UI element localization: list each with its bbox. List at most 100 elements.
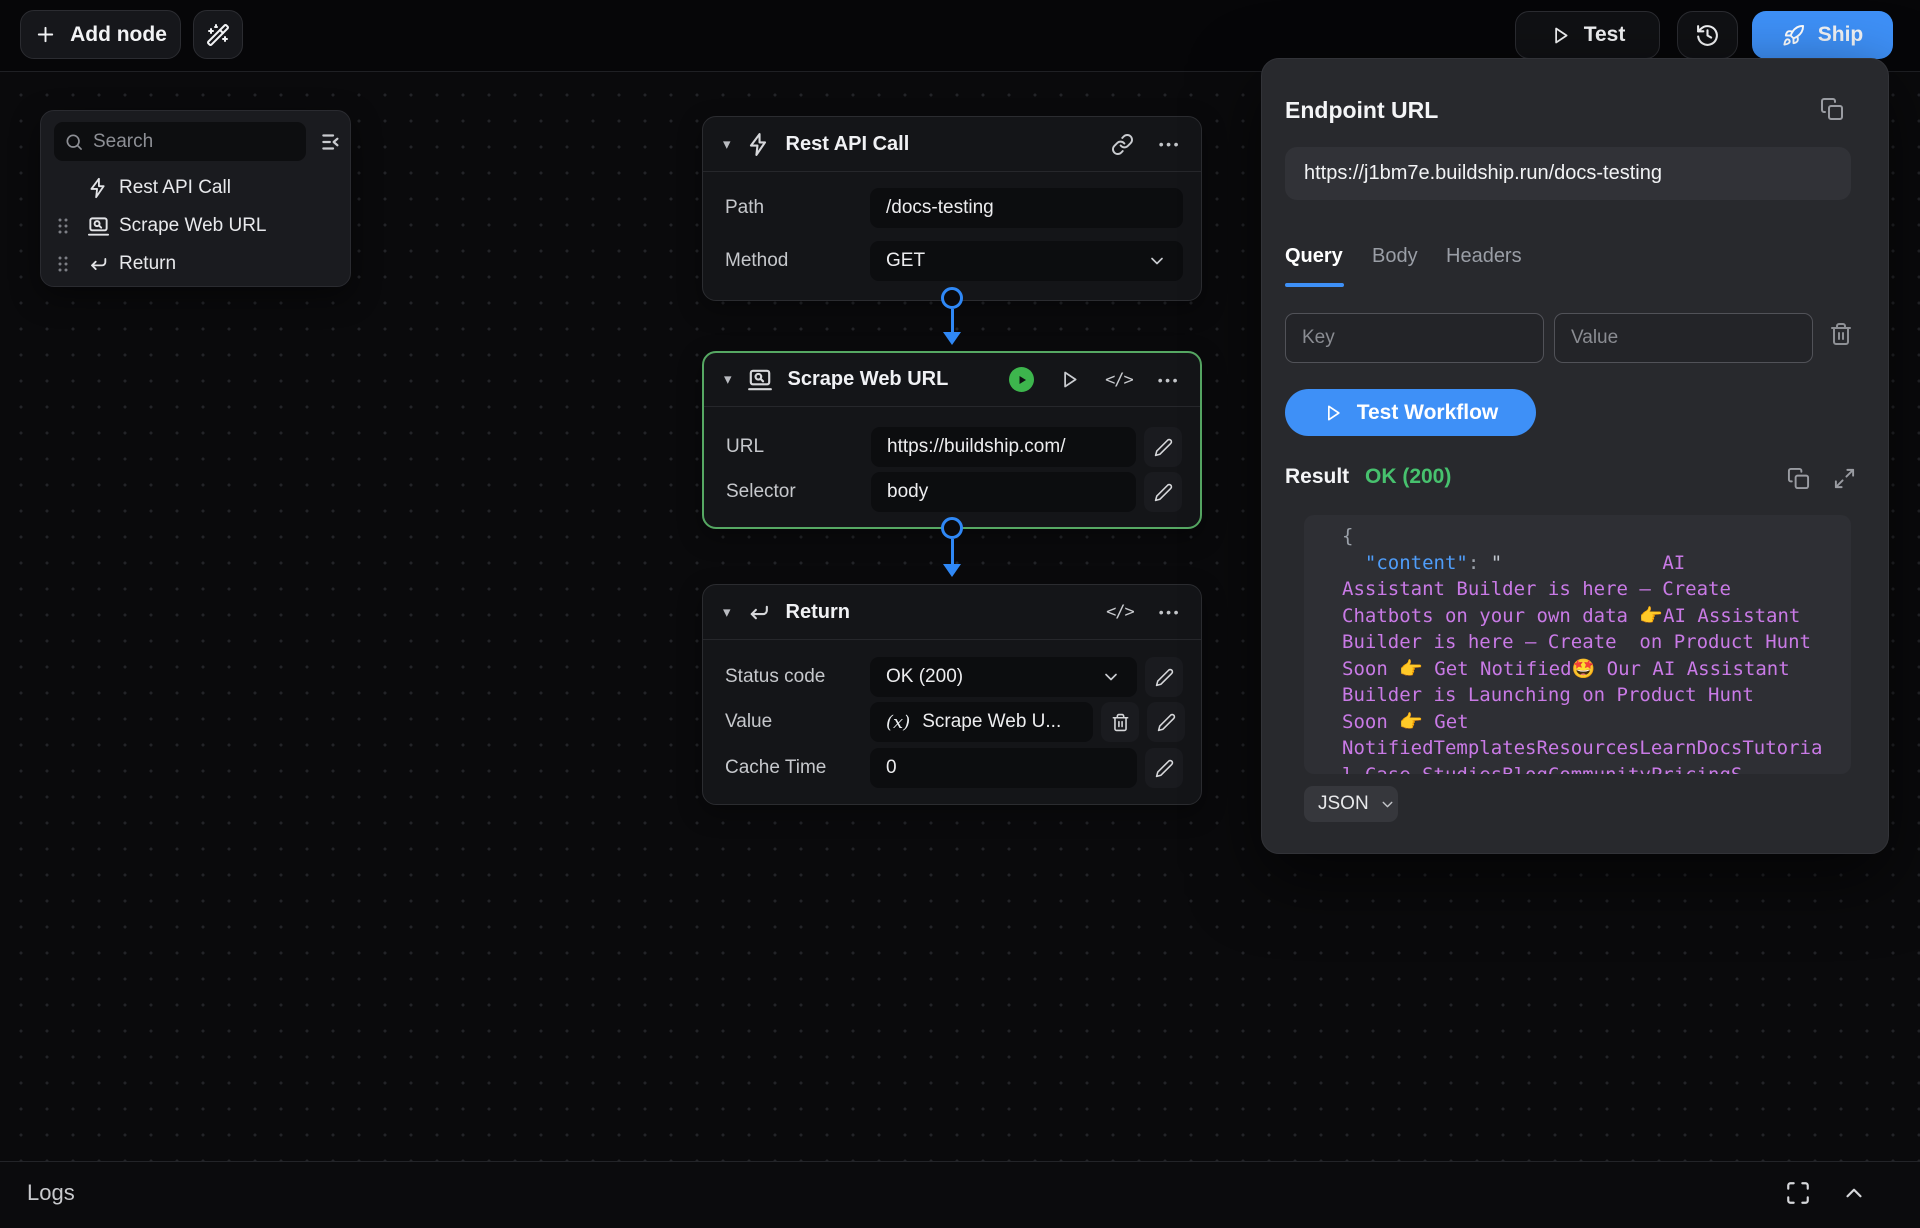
node-menu-button[interactable]: ••• [1159,136,1181,152]
palette-item-rest-api-call[interactable]: Rest API Call [41,169,352,207]
field-label: URL [726,436,765,457]
node-header: ▾ Return </> ••• [703,585,1201,640]
chevron-down-icon [1379,796,1396,813]
tab-body[interactable]: Body [1372,245,1418,268]
drag-handle-icon[interactable] [55,253,71,275]
selector-input[interactable]: body [871,472,1136,512]
node-scrape-web-url[interactable]: ▾ Scrape Web URL </> ••• URL https://bui… [702,351,1202,529]
test-button[interactable]: Test [1515,11,1660,59]
test-workflow-button[interactable]: Test Workflow [1285,389,1536,436]
path-input[interactable]: /docs-testing [870,188,1183,228]
node-menu-button[interactable]: ••• [1158,372,1180,388]
copy-icon [1787,467,1810,490]
plus-icon [37,26,54,43]
scrape-web-icon [747,367,773,393]
link-node-button[interactable] [1111,133,1134,156]
tab-headers[interactable]: Headers [1446,245,1522,268]
node-palette: Rest API Call Scrape Web URL Return [40,110,351,287]
search-icon [66,134,82,150]
expand-logs-button[interactable] [1841,1180,1867,1206]
add-node-button[interactable]: Add node [20,10,181,59]
output-port[interactable] [941,517,963,539]
status-code-select[interactable]: OK (200) [870,657,1137,697]
lightning-icon [87,177,109,199]
logs-fullscreen-button[interactable] [1785,1180,1811,1206]
field-label: Status code [725,666,826,687]
drag-handle-icon[interactable] [55,215,71,237]
node-body: Status code OK (200) Value (x) Scrape We… [703,640,1201,804]
magic-wand-icon [207,23,229,46]
result-format-select[interactable]: JSON [1304,786,1398,822]
trash-icon [1112,713,1128,731]
cache-time-input[interactable]: 0 [870,748,1137,788]
expand-result-button[interactable] [1833,467,1856,490]
query-value-input[interactable] [1554,313,1813,363]
node-menu-button[interactable]: ••• [1159,604,1181,620]
node-title: Scrape Web URL [787,368,949,390]
value-variable-chip[interactable]: (x) Scrape Web U... [870,702,1093,742]
edit-status-button[interactable] [1145,657,1183,697]
ai-wand-button[interactable] [193,10,243,59]
node-body: Path /docs-testing Method GET [703,172,1201,300]
method-select[interactable]: GET [870,241,1183,281]
palette-search-input[interactable] [93,130,296,153]
delete-value-button[interactable] [1101,702,1139,742]
field-label: Path [725,197,765,218]
play-icon [1064,371,1077,388]
node-title: Rest API Call [785,132,910,155]
add-node-label: Add node [70,22,167,46]
node-return[interactable]: ▾ Return </> ••• Status code OK (200) Va… [702,584,1202,805]
logs-label: Logs [27,1180,75,1205]
endpoint-url-heading: Endpoint URL [1285,97,1439,123]
edit-value-button[interactable] [1147,702,1185,742]
collapse-palette-button[interactable] [317,127,347,157]
collapse-node-icon[interactable]: ▾ [723,137,731,152]
play-icon [1554,27,1568,43]
delete-query-row-button[interactable] [1829,322,1853,346]
link-icon [1111,133,1133,155]
edit-url-button[interactable] [1144,427,1182,467]
view-code-button[interactable]: </> [1105,370,1134,390]
edit-cache-button[interactable] [1145,748,1183,788]
pencil-icon [1157,713,1175,731]
endpoint-url-field[interactable]: https://j1bm7e.buildship.run/docs-testin… [1285,147,1851,200]
field-label: Method [725,250,789,271]
version-history-button[interactable] [1677,11,1738,59]
edit-selector-button[interactable] [1144,472,1182,512]
copy-endpoint-button[interactable] [1820,97,1844,121]
field-status-code: Status code OK (200) [725,657,1183,697]
field-path: Path /docs-testing [725,188,1183,228]
palette-item-scrape-web-url[interactable]: Scrape Web URL [41,207,352,245]
node-header: ▾ Scrape Web URL </> ••• [704,353,1200,407]
ship-button[interactable]: Ship [1752,11,1893,59]
view-code-button[interactable]: </> [1106,602,1135,622]
code-icon: </> [1106,602,1135,622]
palette-item-return[interactable]: Return [41,245,352,283]
output-port[interactable] [941,287,963,309]
run-success-badge[interactable] [1009,367,1035,392]
field-url: URL https://buildship.com/ [726,427,1182,467]
arrow-down-icon [943,332,961,345]
rocket-icon [1783,24,1804,46]
run-node-button[interactable] [1059,369,1080,390]
url-input[interactable]: https://buildship.com/ [871,427,1136,467]
query-key-input[interactable] [1285,313,1544,363]
result-heading: Result [1285,465,1350,488]
tab-query[interactable]: Query [1285,245,1343,268]
collapse-node-icon[interactable]: ▾ [723,605,731,620]
fullscreen-icon [1787,1182,1809,1204]
logs-bar[interactable]: Logs [0,1161,1920,1228]
copy-icon [1821,98,1843,120]
palette-item-label: Return [119,253,177,274]
arrow-down-icon [943,564,961,577]
field-label: Selector [726,481,796,502]
inspector-panel: Endpoint URL https://j1bm7e.buildship.ru… [1261,58,1889,854]
ellipsis-icon: ••• [1158,604,1181,620]
test-label: Test [1583,23,1626,46]
trash-icon [1831,323,1851,345]
copy-result-button[interactable] [1787,467,1810,490]
result-json-viewer[interactable]: { "content": " AI Assistant Builder is he… [1304,515,1851,774]
collapse-node-icon[interactable]: ▾ [724,372,732,387]
node-rest-api-call[interactable]: ▾ Rest API Call ••• Path /docs-testing M… [702,116,1202,301]
active-tab-underline [1285,283,1344,287]
